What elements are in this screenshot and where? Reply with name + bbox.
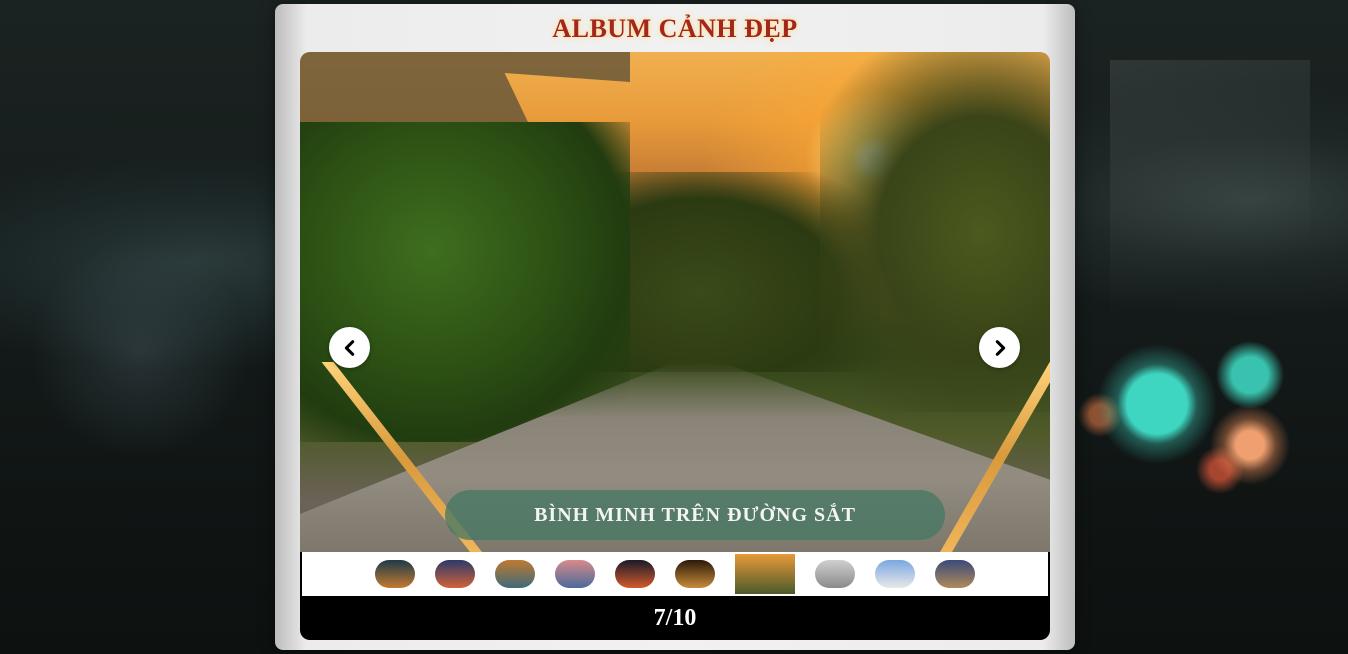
thumbnail-city-lights[interactable] (615, 560, 655, 588)
thumbnail-golden-tunnel[interactable] (675, 560, 715, 588)
album-title: ALBUM CẢNH ĐẸP (552, 14, 798, 43)
thumbnail-lake-sunset[interactable] (495, 560, 535, 588)
prev-slide-button[interactable] (329, 327, 370, 368)
thumbnail-arch-monument[interactable] (815, 560, 855, 588)
thumbnail-dusk-mountain[interactable] (435, 560, 475, 588)
thumbnail-strip (300, 552, 1050, 596)
background-blur-left (30, 240, 250, 460)
thumbnail-pink-sky[interactable] (555, 560, 595, 588)
thumbnail-leaning-tower[interactable] (875, 560, 915, 588)
slide-caption: BÌNH MINH TRÊN ĐƯỜNG SẮT (445, 490, 945, 540)
background-blur-right (1110, 60, 1310, 360)
thumbnail-night-road[interactable] (375, 560, 415, 588)
next-slide-button[interactable] (979, 327, 1020, 368)
thumbnail-cathedral-dusk[interactable] (935, 560, 975, 588)
slide-image (300, 52, 1050, 552)
chevron-right-icon (995, 339, 1005, 356)
slide-viewer: BÌNH MINH TRÊN ĐƯỜNG SẮT (300, 52, 1050, 552)
chevron-left-icon (344, 339, 354, 356)
slide-counter: 7/10 (300, 596, 1050, 640)
thumbnail-railway-sunrise[interactable] (735, 554, 795, 594)
album-container: ALBUM CẢNH ĐẸP BÌNH MINH TRÊN ĐƯỜNG SẮT … (275, 4, 1075, 650)
